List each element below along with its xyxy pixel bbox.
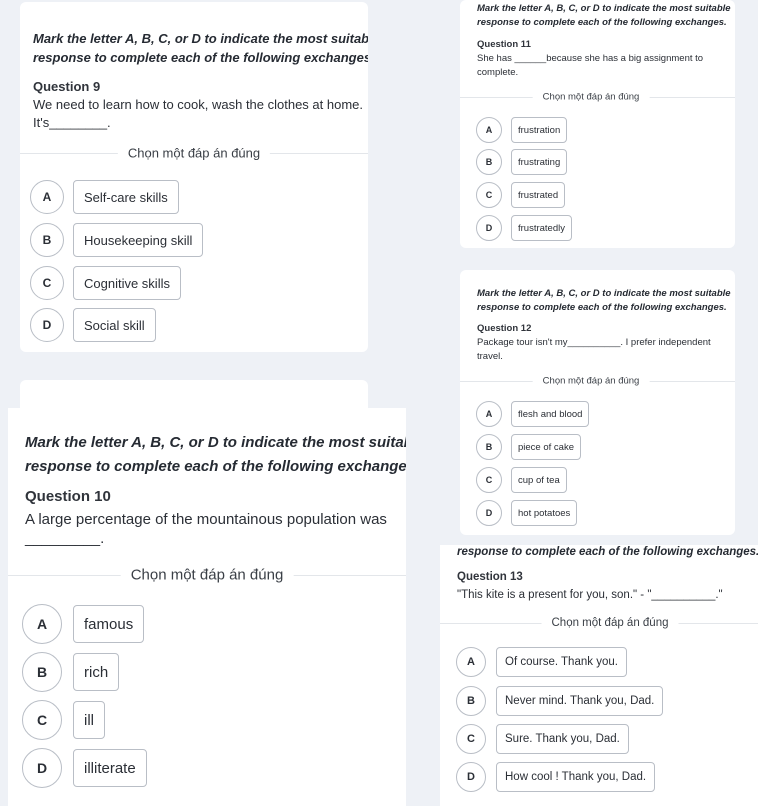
option-letter[interactable]: A — [456, 647, 486, 677]
option-text[interactable]: Social skill — [73, 308, 156, 342]
choose-answer-label: Chọn một đáp án đúng — [532, 375, 650, 387]
instruction-line-1: Mark the letter A, B, C, or D to indicat… — [477, 288, 731, 299]
option-letter[interactable]: D — [476, 500, 502, 526]
option-letter[interactable]: D — [30, 308, 64, 342]
instruction-line-2: response to complete each of the followi… — [477, 302, 727, 313]
question-text-2: travel. — [477, 351, 503, 362]
option-a[interactable]: A Self-care skills — [30, 180, 179, 214]
question-11-card: Mark the letter A, B, C, or D to indicat… — [460, 0, 735, 248]
option-c[interactable]: C Sure. Thank you, Dad. — [456, 724, 629, 754]
option-a[interactable]: Aflesh and blood — [476, 401, 590, 427]
option-letter[interactable]: B — [476, 434, 502, 460]
option-text[interactable]: Self-care skills — [73, 180, 179, 214]
option-text[interactable]: flesh and blood — [511, 401, 590, 427]
question-13-card: response to complete each of the followi… — [440, 545, 758, 806]
question-text: Package tour isn't my__________. I prefe… — [477, 337, 711, 348]
option-text[interactable]: rich — [73, 653, 120, 691]
question-title: Question 13 — [457, 571, 523, 583]
option-letter[interactable]: B — [30, 223, 64, 257]
option-letter[interactable]: A — [22, 604, 62, 644]
instruction-line-2: response to complete each of the followi… — [25, 458, 406, 475]
option-b[interactable]: Bpiece of cake — [476, 434, 581, 460]
option-text[interactable]: frustrated — [511, 182, 566, 208]
option-b[interactable]: B Never mind. Thank you, Dad. — [456, 686, 664, 716]
question-title: Question 12 — [477, 323, 532, 334]
option-text[interactable]: hot potatoes — [511, 500, 578, 526]
option-d[interactable]: Dhot potatoes — [476, 500, 578, 526]
option-b[interactable]: B Housekeeping skill — [30, 223, 204, 257]
option-letter[interactable]: C — [456, 724, 486, 754]
instruction-line-1: Mark the letter A, B, C, or D to indicat… — [33, 31, 368, 46]
option-text[interactable]: frustration — [511, 117, 568, 143]
question-10-card: Mark the letter A, B, C, or D to indicat… — [8, 408, 406, 806]
option-c[interactable]: Cfrustrated — [476, 182, 566, 208]
option-letter[interactable]: A — [30, 180, 64, 214]
instruction-line-1: Mark the letter A, B, C, or D to indicat… — [25, 434, 406, 451]
option-b[interactable]: Brich — [22, 652, 120, 692]
choose-answer-label: Chọn một đáp án đúng — [532, 91, 650, 103]
option-letter[interactable]: C — [476, 182, 502, 208]
option-a[interactable]: Afrustration — [476, 117, 568, 143]
option-letter[interactable]: D — [456, 762, 486, 792]
option-letter[interactable]: A — [476, 117, 502, 143]
option-c[interactable]: C Cognitive skills — [30, 266, 181, 300]
option-text[interactable]: ill — [73, 701, 105, 739]
option-text[interactable]: piece of cake — [511, 434, 581, 460]
option-letter[interactable]: B — [476, 149, 502, 175]
option-d[interactable]: Dfrustratedly — [476, 215, 572, 241]
option-text[interactable]: Cognitive skills — [73, 266, 181, 300]
question-text: She has ______because she has a big assi… — [477, 53, 704, 64]
option-letter[interactable]: B — [22, 652, 62, 692]
choose-answer-label: Chọn một đáp án đúng — [120, 566, 294, 584]
question-text: A large percentage of the mountainous po… — [25, 511, 387, 528]
option-a[interactable]: A Of course. Thank you. — [456, 647, 627, 677]
option-c[interactable]: Cill — [22, 700, 105, 740]
option-letter[interactable]: D — [22, 748, 62, 788]
option-text[interactable]: cup of tea — [511, 467, 567, 493]
question-title: Question 11 — [477, 39, 531, 50]
option-text[interactable]: frustrating — [511, 149, 568, 175]
instruction-line-2: response to complete each of the followi… — [33, 50, 368, 65]
option-d[interactable]: D Social skill — [30, 308, 156, 342]
instruction-line-2: response to complete each of the followi… — [457, 546, 758, 558]
option-d[interactable]: Dilliterate — [22, 748, 147, 788]
question-12-card: Mark the letter A, B, C, or D to indicat… — [460, 270, 735, 535]
option-letter[interactable]: C — [30, 266, 64, 300]
question-9-card: Mark the letter A, B, C, or D to indicat… — [20, 2, 368, 352]
option-text[interactable]: Sure. Thank you, Dad. — [496, 724, 629, 754]
option-d[interactable]: D How cool ! Thank you, Dad. — [456, 762, 656, 792]
option-letter[interactable]: C — [22, 700, 62, 740]
question-text: We need to learn how to cook, wash the c… — [33, 97, 364, 112]
option-letter[interactable]: B — [456, 686, 486, 716]
question-text-2: complete. — [477, 67, 519, 78]
question-text: "This kite is a present for you, son." -… — [457, 589, 723, 601]
question-text-2: _________. — [25, 530, 105, 547]
option-c[interactable]: Ccup of tea — [476, 467, 567, 493]
question-title: Question 10 — [25, 488, 111, 505]
option-letter[interactable]: D — [476, 215, 502, 241]
option-text[interactable]: Of course. Thank you. — [496, 647, 627, 677]
option-text[interactable]: famous — [73, 605, 145, 643]
option-letter[interactable]: C — [476, 467, 502, 493]
question-text-2: It's________. — [33, 115, 111, 130]
instruction-line-2: response to complete each of the followi… — [477, 17, 727, 28]
option-b[interactable]: Bfrustrating — [476, 149, 568, 175]
instruction-line-1: Mark the letter A, B, C, or D to indicat… — [477, 3, 731, 14]
option-text[interactable]: frustratedly — [511, 215, 572, 241]
option-text[interactable]: Housekeeping skill — [73, 223, 204, 257]
option-text[interactable]: Never mind. Thank you, Dad. — [496, 686, 664, 716]
option-letter[interactable]: A — [476, 401, 502, 427]
choose-answer-label: Chọn một đáp án đúng — [117, 145, 271, 161]
question-title: Question 9 — [33, 79, 101, 94]
option-text[interactable]: illiterate — [73, 749, 147, 787]
choose-answer-label: Chọn một đáp án đúng — [541, 617, 679, 629]
option-a[interactable]: Afamous — [22, 604, 145, 644]
option-text[interactable]: How cool ! Thank you, Dad. — [496, 762, 656, 792]
